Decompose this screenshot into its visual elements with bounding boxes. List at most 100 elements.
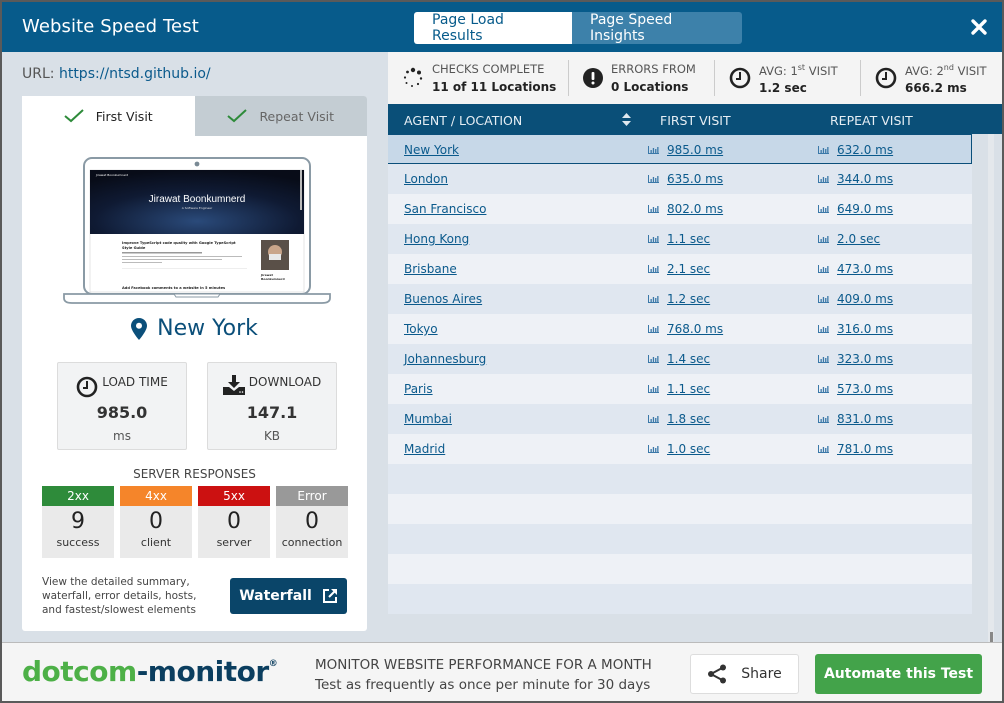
table-row[interactable]: Mumbai 1.8 sec 831.0 ms	[388, 404, 972, 434]
row-location-link[interactable]: Paris	[404, 382, 433, 396]
table-row[interactable]: London 635.0 ms 344.0 ms	[388, 164, 972, 194]
table-row[interactable]: Buenos Aires 1.2 sec 409.0 ms	[388, 284, 972, 314]
row-location-link[interactable]: Tokyo	[404, 322, 438, 336]
errors-from: ERRORS FROM 0 Locations	[569, 52, 714, 104]
repeat-visit-link[interactable]: 2.0 sec	[837, 232, 880, 246]
first-visit-link[interactable]: 1.1 sec	[667, 382, 710, 396]
first-visit-link[interactable]: 635.0 ms	[667, 172, 723, 186]
tab-repeat-visit[interactable]: Repeat Visit	[194, 96, 367, 136]
bar-chart-icon[interactable]	[648, 295, 659, 303]
repeat-visit-link[interactable]: 316.0 ms	[837, 322, 893, 336]
repeat-visit-link[interactable]: 409.0 ms	[837, 292, 893, 306]
table-row[interactable]: Madrid 1.0 sec 781.0 ms	[388, 434, 972, 464]
table-row[interactable]: Paris 1.1 sec 573.0 ms	[388, 374, 972, 404]
sort-icon[interactable]	[622, 113, 631, 126]
first-visit-link[interactable]: 1.1 sec	[667, 232, 710, 246]
bar-chart-icon[interactable]	[648, 385, 659, 393]
response-count: 0	[227, 509, 241, 534]
first-visit-link[interactable]: 985.0 ms	[667, 143, 723, 157]
first-visit-link[interactable]: 802.0 ms	[667, 202, 723, 216]
bar-chart-icon[interactable]	[648, 205, 659, 213]
bar-chart-icon[interactable]	[648, 415, 659, 423]
tab-first-visit[interactable]: First Visit	[22, 96, 195, 136]
preview-post-title: Improve TypeScript code quality with Goo…	[122, 241, 236, 245]
bar-chart-icon[interactable]	[648, 175, 659, 183]
first-visit-link[interactable]: 1.2 sec	[667, 292, 710, 306]
repeat-visit-link[interactable]: 632.0 ms	[837, 143, 893, 157]
bar-chart-icon[interactable]	[818, 415, 829, 423]
column-first-visit[interactable]: FIRST VISIT	[660, 113, 731, 128]
row-repeat-visit: 649.0 ms	[818, 202, 893, 216]
load-time-value: 985.0	[96, 403, 148, 422]
server-responses-title: SERVER RESPONSES	[133, 467, 256, 481]
tab-page-speed-insights[interactable]: Page Speed Insights	[572, 12, 742, 44]
table-row[interactable]: Hong Kong 1.1 sec 2.0 sec	[388, 224, 972, 254]
bar-chart-icon[interactable]	[648, 325, 659, 333]
bar-chart-icon[interactable]	[818, 235, 829, 243]
first-visit-link[interactable]: 768.0 ms	[667, 322, 723, 336]
table-row[interactable]: Johannesburg 1.4 sec 323.0 ms	[388, 344, 972, 374]
preview-site-title: Jirawat Boonkumnerd	[149, 194, 246, 205]
column-repeat-visit[interactable]: REPEAT VISIT	[830, 113, 913, 128]
first-visit-link[interactable]: 2.1 sec	[667, 262, 710, 276]
repeat-visit-link[interactable]: 344.0 ms	[837, 172, 893, 186]
table-row[interactable]: San Francisco 802.0 ms 649.0 ms	[388, 194, 972, 224]
row-location-link[interactable]: Hong Kong	[404, 232, 469, 246]
load-time-box: LOAD TIME 985.0 ms	[57, 362, 187, 450]
bar-chart-icon[interactable]	[818, 445, 829, 453]
close-icon[interactable]	[970, 18, 988, 36]
row-location-link[interactable]: San Francisco	[404, 202, 486, 216]
tab-repeat-visit-label: Repeat Visit	[259, 108, 335, 124]
column-agent-location[interactable]: AGENT / LOCATION	[404, 113, 522, 128]
table-scrollbar[interactable]	[988, 134, 994, 642]
bar-chart-icon[interactable]	[648, 235, 659, 243]
bar-chart-icon[interactable]	[818, 175, 829, 183]
bar-chart-icon[interactable]	[818, 205, 829, 213]
row-location-link[interactable]: Buenos Aires	[404, 292, 482, 306]
row-location-link[interactable]: New York	[404, 143, 459, 157]
bar-chart-icon[interactable]	[648, 445, 659, 453]
check-icon	[64, 109, 84, 123]
row-location-link[interactable]: London	[404, 172, 448, 186]
response-code: 4xx	[120, 486, 192, 506]
automate-test-button[interactable]: Automate this Test	[815, 654, 982, 694]
first-visit-link[interactable]: 1.0 sec	[667, 442, 710, 456]
empty-table-row	[388, 554, 972, 584]
row-location-link[interactable]: Brisbane	[404, 262, 457, 276]
share-button[interactable]: Share	[690, 654, 799, 694]
repeat-visit-link[interactable]: 473.0 ms	[837, 262, 893, 276]
table-row[interactable]: Brisbane 2.1 sec 473.0 ms	[388, 254, 972, 284]
download-label: DOWNLOAD	[248, 375, 322, 389]
row-repeat-visit: 2.0 sec	[818, 232, 880, 246]
repeat-visit-link[interactable]: 781.0 ms	[837, 442, 893, 456]
row-location-link[interactable]: Mumbai	[404, 412, 452, 426]
first-visit-link[interactable]: 1.4 sec	[667, 352, 710, 366]
tab-page-load-results[interactable]: Page Load Results	[414, 12, 572, 44]
bar-chart-icon[interactable]	[818, 146, 829, 154]
bar-chart-icon[interactable]	[818, 385, 829, 393]
response-error: Error 0 connection	[276, 486, 348, 558]
repeat-visit-link[interactable]: 323.0 ms	[837, 352, 893, 366]
response-5xx: 5xx 0 server	[198, 486, 270, 558]
repeat-visit-link[interactable]: 831.0 ms	[837, 412, 893, 426]
url-link[interactable]: https://ntsd.github.io/	[59, 66, 211, 82]
row-first-visit: 2.1 sec	[648, 262, 710, 276]
bar-chart-icon[interactable]	[818, 325, 829, 333]
waterfall-button[interactable]: Waterfall	[230, 578, 347, 614]
bar-chart-icon[interactable]	[818, 355, 829, 363]
row-location-link[interactable]: Johannesburg	[404, 352, 486, 366]
bar-chart-icon[interactable]	[818, 265, 829, 273]
summary-bar: CHECKS COMPLETE 11 of 11 Locations ERROR…	[388, 52, 1002, 104]
row-location-link[interactable]: Madrid	[404, 442, 445, 456]
table-scrollbar-thumb[interactable]	[990, 632, 993, 642]
bar-chart-icon[interactable]	[648, 355, 659, 363]
bar-chart-icon[interactable]	[648, 146, 659, 154]
first-visit-link[interactable]: 1.8 sec	[667, 412, 710, 426]
checks-label: CHECKS COMPLETE	[432, 62, 545, 76]
repeat-visit-link[interactable]: 573.0 ms	[837, 382, 893, 396]
table-row[interactable]: Tokyo 768.0 ms 316.0 ms	[388, 314, 972, 344]
bar-chart-icon[interactable]	[818, 295, 829, 303]
repeat-visit-link[interactable]: 649.0 ms	[837, 202, 893, 216]
table-row[interactable]: New York 985.0 ms 632.0 ms	[388, 134, 972, 164]
bar-chart-icon[interactable]	[648, 265, 659, 273]
